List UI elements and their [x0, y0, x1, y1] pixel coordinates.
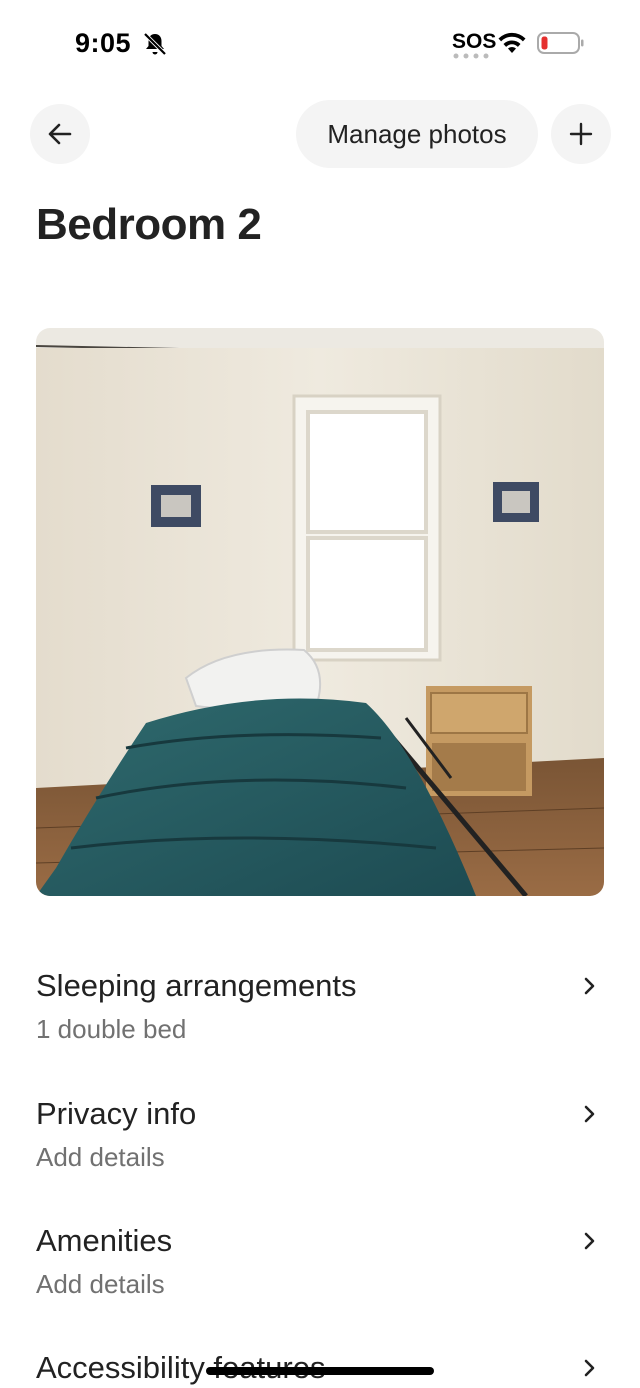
- manage-photos-button[interactable]: Manage photos: [296, 100, 538, 168]
- add-photo-button[interactable]: [551, 104, 611, 164]
- row-subtitle: Add details: [36, 1142, 165, 1172]
- chevron-right-icon: [584, 1105, 595, 1123]
- status-time: 9:05: [75, 28, 132, 58]
- privacy-info-row[interactable]: Privacy info Add details: [36, 1096, 604, 1206]
- chevron-right-icon: [584, 1359, 595, 1377]
- back-button[interactable]: [30, 104, 90, 164]
- bedroom-photo-image: [36, 328, 604, 896]
- chevron-right-icon: [584, 1232, 595, 1250]
- wifi-icon: [498, 32, 526, 53]
- arrow-left-icon: [48, 123, 72, 145]
- sos-indicator: SOS: [452, 30, 497, 53]
- room-photo[interactable]: [36, 328, 604, 896]
- chevron-right-icon: [584, 977, 595, 995]
- battery-low-icon: [537, 32, 584, 54]
- page-title: Bedroom 2: [36, 200, 262, 249]
- row-title: Amenities: [36, 1223, 173, 1258]
- status-bar: 9:05 SOS: [0, 0, 640, 88]
- amenities-row[interactable]: Amenities Add details: [36, 1223, 604, 1333]
- sleeping-arrangements-row[interactable]: Sleeping arrangements 1 double bed: [36, 968, 604, 1078]
- row-title: Privacy info: [36, 1096, 197, 1131]
- manage-photos-label: Manage photos: [327, 118, 507, 149]
- plus-icon: [569, 122, 593, 146]
- signal-dots-icon: [453, 53, 489, 59]
- home-indicator[interactable]: [206, 1367, 434, 1375]
- row-subtitle: 1 double bed: [36, 1014, 187, 1044]
- bell-muted-icon: [143, 32, 167, 56]
- row-title: Sleeping arrangements: [36, 968, 357, 1003]
- row-subtitle: Add details: [36, 1269, 165, 1299]
